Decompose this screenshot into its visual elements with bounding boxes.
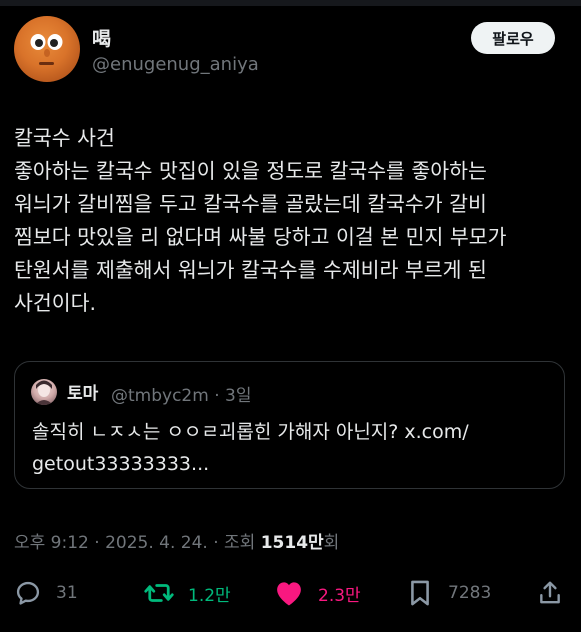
reply-count: 31	[56, 583, 78, 603]
author-avatar[interactable]	[14, 16, 80, 82]
quote-author-name[interactable]: 토마	[67, 379, 98, 404]
top-bar	[0, 0, 581, 6]
heart-icon	[277, 582, 301, 606]
quote-avatar-face-icon	[35, 380, 53, 405]
share-button[interactable]	[537, 576, 563, 610]
tweet-line: 좋아하는 칼국수 맛집이 있을 정도로 칼국수를 좋아하는	[14, 159, 487, 183]
quote-text: 솔직히 ㄴㅈㅅ는 ㅇㅇㄹ괴롭힌 가해자 아닌지? x.com/ getout33…	[32, 416, 552, 480]
tweet-time-date[interactable]: 오후 9:12 · 2025. 4. 24. · 조회	[14, 533, 261, 553]
retweet-icon	[144, 584, 174, 602]
tweet-text: 칼국수 사건 좋아하는 칼국수 맛집이 있을 정도로 칼국수를 좋아하는 워늬가…	[14, 122, 574, 320]
quoted-tweet[interactable]: 토마 @tmbyc2m · 3일 솔직히 ㄴㅈㅅ는 ㅇㅇㄹ괴롭힌 가해자 아닌지…	[14, 361, 565, 489]
tweet-line: 칼국수 사건	[14, 126, 115, 150]
tweet-line: 탄원서를 제출해서 워늬가 칼국수를 수제비라 부르게 된	[14, 258, 487, 282]
retweet-button[interactable]: 1.2만	[144, 576, 231, 610]
bookmark-count: 7283	[448, 583, 492, 603]
tweet-line: 사건이다.	[14, 291, 96, 315]
avatar-face-icon	[30, 34, 63, 65]
author-name[interactable]: 喝	[92, 24, 111, 51]
tweet-meta: 오후 9:12 · 2025. 4. 24. · 조회 1514만회	[14, 528, 339, 553]
reply-button[interactable]: 31	[14, 576, 78, 610]
quote-author-avatar[interactable]	[31, 379, 57, 405]
view-count: 1514만	[260, 533, 324, 553]
author-handle[interactable]: @enugenug_aniya	[92, 54, 259, 75]
quote-line: 솔직히 ㄴㅈㅅ는 ㅇㅇㄹ괴롭힌 가해자 아닌지? x.com/	[32, 421, 469, 443]
tweet-line: 워늬가 갈비찜을 두고 칼국수를 골랐는데 칼국수가 갈비	[14, 192, 487, 216]
tweet-line: 찜보다 맛있을 리 없다며 싸불 당하고 이걸 본 민지 부모가	[14, 225, 507, 249]
bookmark-button[interactable]: 7283	[408, 576, 491, 610]
follow-button[interactable]: 팔로우	[471, 22, 555, 54]
like-count: 2.3만	[318, 585, 361, 606]
bookmark-icon	[411, 580, 429, 606]
view-count-suffix: 회	[323, 533, 340, 553]
reply-icon	[16, 581, 40, 605]
quote-author-handle-time[interactable]: @tmbyc2m · 3일	[111, 381, 251, 406]
quote-line: getout33333333...	[32, 453, 210, 475]
retweet-count: 1.2만	[188, 585, 231, 606]
like-button[interactable]: 2.3만	[274, 576, 361, 610]
share-icon	[540, 581, 560, 604]
